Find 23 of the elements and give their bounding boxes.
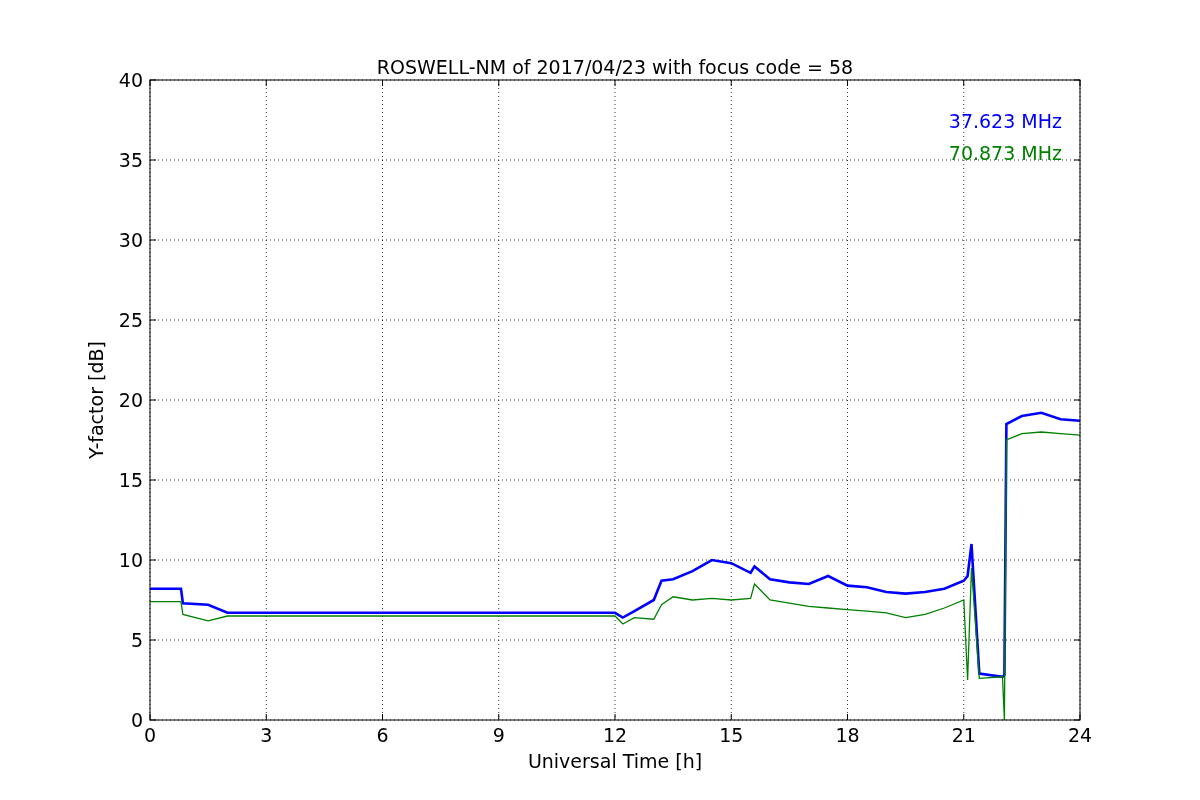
tick-label: 5 xyxy=(130,629,143,651)
legend-label: 70.873 MHz xyxy=(948,142,1062,164)
tick-label: 10 xyxy=(118,549,143,571)
tick-label: 40 xyxy=(118,69,143,91)
tick-label: 15 xyxy=(719,724,744,746)
tick-label: 30 xyxy=(118,229,143,251)
tick-label: 25 xyxy=(118,309,143,331)
tick-label: 0 xyxy=(130,709,143,731)
tick-label: 9 xyxy=(492,724,505,746)
tick-label: 21 xyxy=(951,724,976,746)
tick-label: 12 xyxy=(602,724,628,746)
tick-label: 6 xyxy=(376,724,389,746)
tick-label: 35 xyxy=(118,149,143,171)
tick-label: 0 xyxy=(143,724,157,746)
axis-label: Y-factor [dB] xyxy=(85,341,107,459)
chart-title: ROSWELL-NM of 2017/04/23 with focus code = 58 xyxy=(376,56,854,78)
tick-label: 20 xyxy=(118,389,143,411)
tick-label: 24 xyxy=(1067,724,1093,746)
tick-label: 3 xyxy=(260,724,273,746)
legend-label: 37.623 MHz xyxy=(948,110,1062,132)
axis-label: Universal Time [h] xyxy=(527,750,703,772)
tick-label: 15 xyxy=(118,469,143,491)
tick-label: 18 xyxy=(835,724,860,746)
